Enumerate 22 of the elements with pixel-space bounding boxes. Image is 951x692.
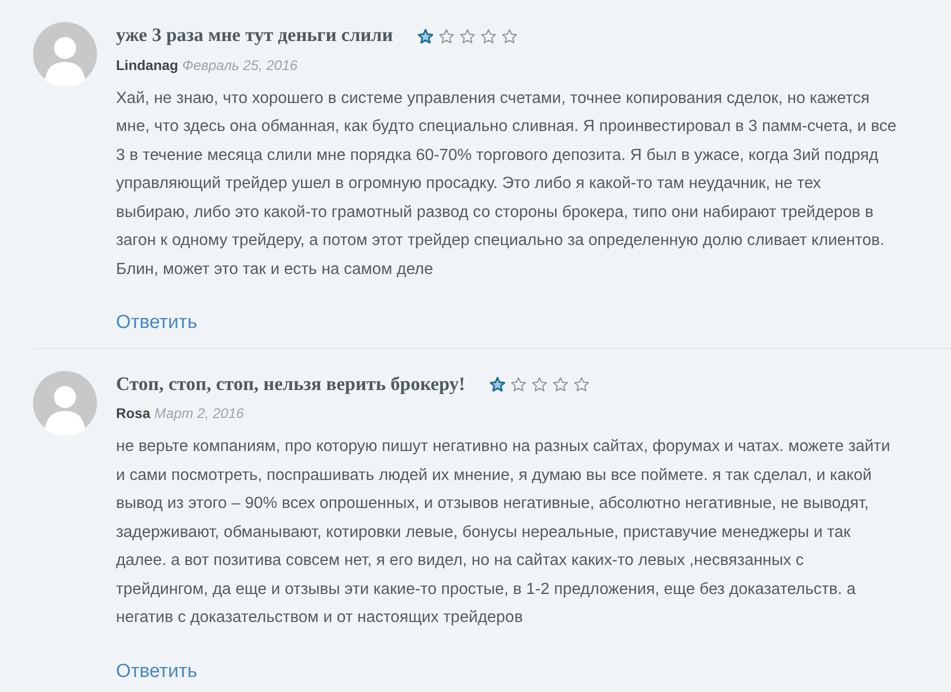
comment-text: не верьте компаниям, про которую пишут негативно на разных сайтах, форумах и чатах. можете зайти и сами посмотреть, поспрашивать людей их мнение, я думаю вы все поймете. я так сделал, и какой вывод из этого – 90% всех опрошенных, и отзывов негативные, абсолютно негативные, не выводят, задерживают, обманывают, котировки левые, бонусы нереальные, приставучие менеджеры и так далее. а вот позитива совсем нет, я его видел, но на сайтах каких-то левых ,несвязанных с трейдингом, да еще и отзывы эти какие-то простые, в 1-2 предложения, еще без доказательств. а негатив с доказательством и от настоящих трейдеров [116,436,892,628]
comment-date: Март 2, 2016 [154,404,244,423]
star-empty-icon [573,376,590,394]
comment-title: уже 3 раза мне тут деньги слили [116,24,393,48]
comment-date: Февраль 25, 2016 [182,56,298,75]
star-empty-icon [531,376,548,394]
star-empty-icon [552,376,570,394]
author-name: Rosa [116,404,150,423]
author-name: Lindanag [116,56,178,75]
avatar-icon [33,22,97,86]
reply-link[interactable]: Ответить [116,309,198,338]
reply-link[interactable]: Ответить [116,658,198,686]
star-empty-icon [438,28,455,45]
star-filled-icon [489,376,506,394]
star-empty-icon [500,28,518,45]
star-filled-icon [416,28,434,45]
comment-title: Стоп, стоп, стоп, нельзя верить брокеру! [116,372,466,396]
star-empty-icon [458,28,476,45]
avatar-icon [33,370,97,434]
star-empty-icon [510,376,528,394]
star-empty-icon [480,28,497,45]
comment-text: Хай, не знаю, что хорошего в системе управления счетами, точнее копирования сделок, но кажется мне, что здесь она обманная, как будто специально сливная. Я проинвестировал в 3 памм-счета, и все 3 в течение месяца слили мне порядка 60-70% торгового депозита. Я был в ужасе, когда 3ий подряд управляющий трейдер ушел в огромную просадку. Это либо я какой-то там неудачник, не тех выбираю, либо это какой-то грамотный развод со стороны брокера, типо они набирают трейдеров в загон к одному трейдеру, а потом этот трейдер специально за определенную долю сливает клиентов. Блин, может это так и есть на самом деле [116,88,898,280]
